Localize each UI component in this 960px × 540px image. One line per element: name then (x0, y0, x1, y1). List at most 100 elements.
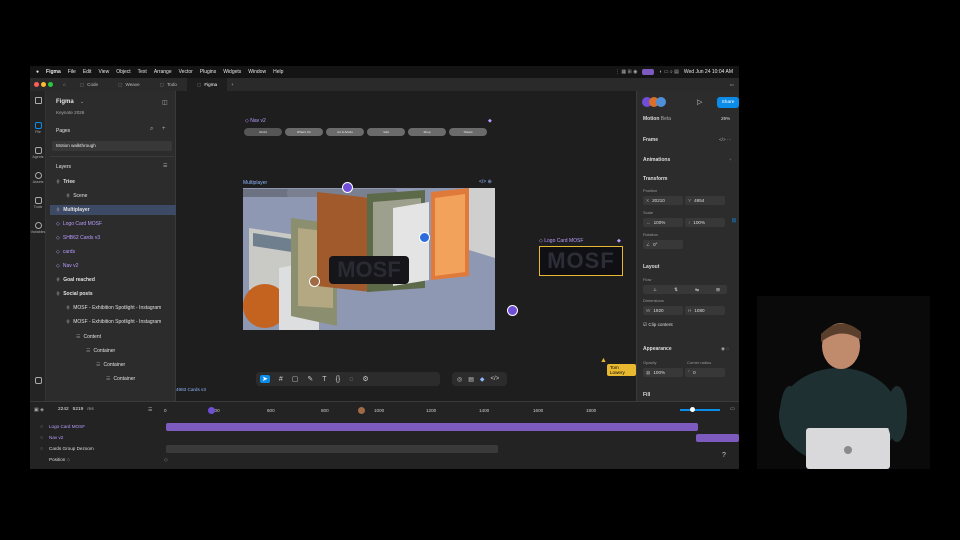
transform-section[interactable]: Transform (643, 176, 667, 182)
shape-tool-icon[interactable]: ▢ (292, 375, 299, 383)
dev-mode-icon[interactable]: ▤ (468, 376, 474, 383)
menu-icon[interactable] (30, 97, 46, 105)
layer-item[interactable]: ⋕ Scene (66, 193, 87, 199)
layer-item[interactable]: ⋕ Triee (56, 179, 75, 185)
frame-label-nav[interactable]: ◇ Nav v2 (245, 118, 266, 124)
zoom-slider-handle[interactable] (690, 407, 695, 412)
menu-widgets[interactable]: Widgets (223, 69, 241, 75)
menu-app-name[interactable]: Figma (46, 69, 61, 75)
window-menu-icon[interactable]: ▭ (730, 82, 734, 88)
corner-radius-field[interactable]: ⌜ 0 (685, 368, 725, 377)
animations-section[interactable]: Animations (643, 157, 670, 163)
layer-item[interactable]: ☰ Container (86, 348, 115, 354)
menu-help[interactable]: Help (273, 69, 283, 75)
track-label[interactable]: Nav v2 (49, 435, 63, 440)
time-readout[interactable]: 2242 5219 ms (58, 407, 94, 412)
add-animation-icon[interactable]: + (729, 157, 732, 162)
layer-item[interactable]: ◇ Logo Card MOSF (56, 221, 102, 227)
layer-item[interactable]: ⋕ Social posts (56, 291, 93, 297)
menu-view[interactable]: View (98, 69, 109, 75)
cards-frame-label[interactable]: 4983 Cards v3 (176, 387, 206, 392)
code-icon[interactable]: </> ⋯ (719, 137, 732, 143)
opacity-field[interactable]: ▦ 100% (643, 368, 683, 377)
new-tab-icon[interactable]: + (231, 82, 234, 87)
rail-agents[interactable]: Agents (30, 147, 46, 159)
layer-item[interactable]: ◇ Nav v2 (56, 263, 78, 269)
timeline-list-icon[interactable]: ☰ (148, 407, 152, 413)
track-label[interactable]: Cards Group Dezoom (49, 446, 94, 451)
tab-todo[interactable]: ▢ Todo (150, 78, 187, 91)
file-title[interactable]: Figma (56, 99, 74, 105)
page-item-current[interactable]: Motion walkthrough (52, 141, 172, 151)
timeline-controls-icon[interactable]: ▣ ◈ (34, 407, 44, 413)
track-bar[interactable] (166, 445, 498, 453)
avatar[interactable] (342, 182, 353, 193)
rail-file[interactable]: File (30, 122, 46, 134)
add-page-icon[interactable]: + (162, 126, 166, 132)
move-tool-icon[interactable]: ➤ (260, 375, 270, 383)
layer-item[interactable]: ☰ Container (106, 376, 135, 382)
canvas[interactable]: ◇ Nav v2 ◆ All Art What's On Art & Artis… (176, 91, 636, 401)
text-tool-icon[interactable]: T (322, 376, 326, 383)
search-icon[interactable]: ⌕ (150, 126, 153, 133)
collaborator-avatars[interactable] (642, 97, 668, 107)
appearance-section[interactable]: Appearance (643, 346, 672, 352)
rotation-field[interactable]: ∠ 0° (643, 240, 683, 249)
zoom-slider[interactable] (680, 409, 720, 411)
layer-item-selected[interactable]: ⋕ Multiplayer (56, 207, 90, 213)
logo-card[interactable]: MOSF (539, 246, 623, 276)
menu-text[interactable]: Text (138, 69, 147, 75)
comment-tool-icon[interactable]: ◌ (349, 376, 353, 383)
frame-label[interactable]: Frame (643, 137, 658, 143)
close-window-icon[interactable] (34, 82, 39, 87)
menu-object[interactable]: Object (116, 69, 130, 75)
design-mode-icon[interactable]: ◎ (457, 376, 462, 383)
menu-window[interactable]: Window (248, 69, 266, 75)
pen-tool-icon[interactable]: ✎ (307, 375, 313, 383)
frame-tool-icon[interactable]: # (279, 376, 283, 383)
layer-item[interactable]: ☰ Content (76, 334, 101, 340)
nav-pill[interactable]: Shop (408, 128, 446, 136)
track-bar[interactable] (166, 423, 698, 431)
x-field[interactable]: X 20210 (643, 196, 683, 205)
menu-edit[interactable]: Edit (83, 69, 92, 75)
nav-pill[interactable]: Visit (367, 128, 405, 136)
play-icon[interactable]: ▷ (697, 98, 702, 106)
tab-figma[interactable]: ▢ Figma (186, 78, 228, 91)
nav-pill[interactable]: What's On (285, 128, 323, 136)
layout-section[interactable]: Layout (643, 264, 659, 270)
menu-plugins[interactable]: Plugins (200, 69, 216, 75)
tab-weave[interactable]: ▢ Weave (108, 78, 150, 91)
zoom-level[interactable]: 29% (721, 116, 730, 121)
actions-icon[interactable]: ⚙ (362, 375, 368, 383)
layer-item[interactable]: ◇ cards (56, 249, 75, 255)
help-icon[interactable]: ? (722, 452, 726, 459)
playhead-avatar[interactable] (208, 407, 215, 414)
visibility-icon[interactable]: ◉ ◌ (721, 346, 729, 352)
frame-label-multiplayer[interactable]: Multiplayer (243, 180, 267, 186)
scale-y-field[interactable]: ↕ 100% (685, 218, 725, 227)
menu-arrange[interactable]: Arrange (154, 69, 172, 75)
multiplayer-frame[interactable]: MOSF (243, 188, 495, 330)
maximize-window-icon[interactable] (48, 82, 53, 87)
track-label[interactable]: Logo Card MOSF (49, 424, 85, 429)
keyframe-icon[interactable]: ◇ (164, 457, 168, 463)
timeline-options-icon[interactable]: ▭ (730, 406, 735, 412)
avatar[interactable] (309, 276, 320, 287)
rail-assets[interactable]: Assets (30, 172, 46, 184)
keyboard-icon[interactable] (30, 377, 46, 385)
motion-mode-icon[interactable]: ◆ (480, 376, 485, 383)
sidebar-toggle-icon[interactable]: ◫ (162, 99, 168, 106)
layer-item[interactable]: ⋕ MOSF - Exhibition Spotlight - Instagram (66, 305, 161, 311)
track-label[interactable]: Position ◇ (49, 457, 70, 463)
home-icon[interactable]: ⌂ (63, 82, 66, 87)
tab-code[interactable]: ▢ Code (70, 78, 108, 91)
width-field[interactable]: W 1920 (643, 306, 683, 315)
y-field[interactable]: Y 4954 (685, 196, 725, 205)
avatar[interactable] (507, 305, 518, 316)
share-button[interactable]: Share (717, 97, 739, 108)
apple-icon[interactable]: ● (36, 69, 39, 75)
avatar[interactable] (419, 232, 430, 243)
clip-content-checkbox[interactable]: ☑ Clip content (643, 322, 673, 328)
nav-pill[interactable]: Tickets (449, 128, 487, 136)
